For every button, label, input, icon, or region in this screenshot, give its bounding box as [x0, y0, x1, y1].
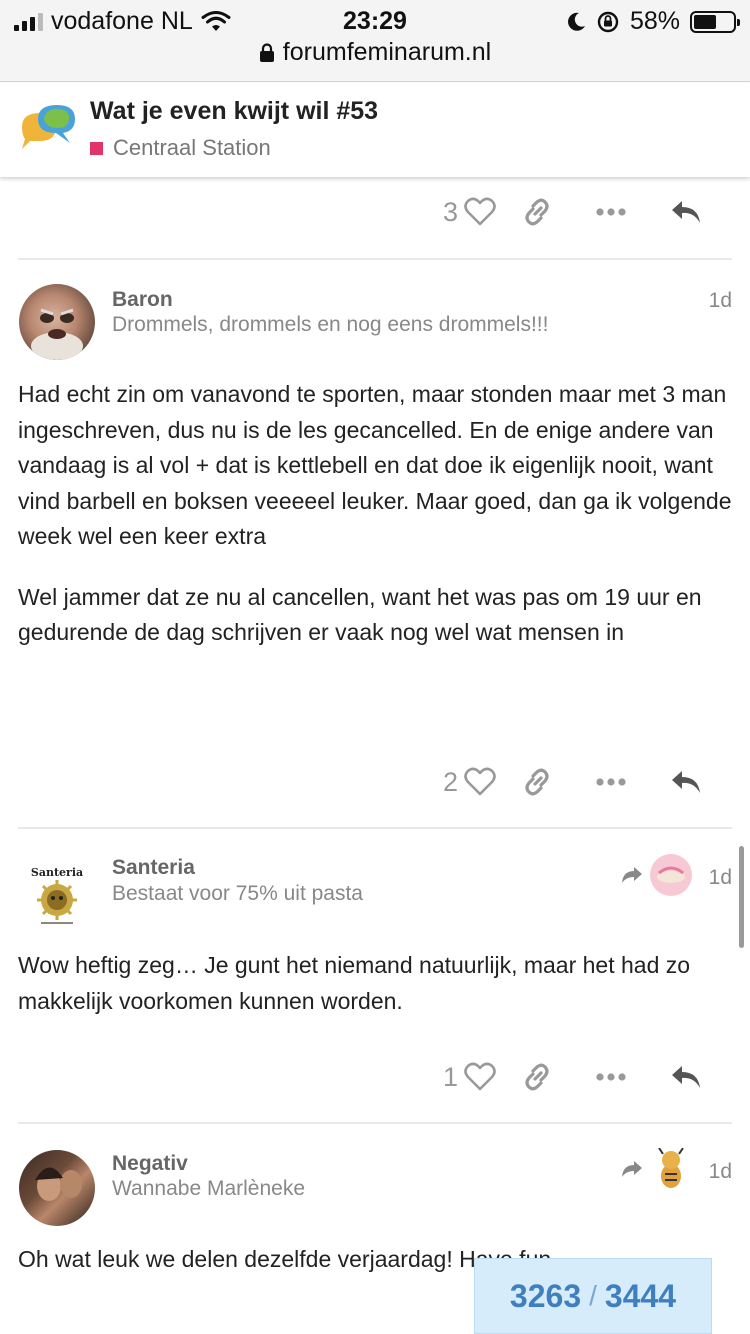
post-paragraph: Wel jammer dat ze nu al cancellen, want … [18, 583, 702, 646]
address-bar[interactable]: forumfeminarum.nl [0, 38, 750, 67]
total-post-count: 3444 [604, 1277, 677, 1314]
post-date[interactable]: 1d [709, 289, 732, 313]
heart-outline-icon[interactable] [464, 197, 496, 227]
battery-percent: 58% [629, 7, 680, 35]
status-bar: vodafone NL 23:29 58% [0, 0, 750, 40]
ellipsis-icon[interactable] [596, 207, 626, 217]
link-icon[interactable] [522, 767, 552, 797]
post-divider [18, 258, 732, 260]
like-count[interactable]: 2 [443, 767, 458, 798]
ellipsis-icon[interactable] [596, 1072, 626, 1082]
reply-to-arrow-icon [622, 867, 642, 883]
category-color-badge [90, 141, 103, 155]
username[interactable]: Santeria [112, 856, 195, 880]
rotation-lock-icon [597, 11, 619, 32]
progress-separator: / [589, 1280, 597, 1311]
battery-icon [690, 10, 740, 33]
heart-outline-icon[interactable] [464, 767, 496, 797]
timeline-progress[interactable]: 3263 / 3444 [474, 1258, 712, 1334]
reply-arrow-icon[interactable] [670, 1064, 702, 1090]
current-post-number: 3263 [509, 1277, 582, 1314]
reply-to-avatar [650, 1148, 692, 1190]
link-icon[interactable] [522, 1062, 552, 1092]
url-text: forumfeminarum.nl [282, 38, 492, 66]
user-title: Bestaat voor 75% uit pasta [112, 882, 363, 905]
avatar[interactable] [19, 1150, 95, 1226]
status-right-group: 58% [566, 7, 740, 36]
like-count[interactable]: 3 [443, 197, 458, 228]
post-body: Had echt zin om vanavond te sporten, maa… [18, 377, 734, 651]
user-title: Drommels, drommels en nog eens drommels!… [112, 313, 549, 336]
avatar-lettering: Santeria [31, 866, 83, 879]
avatar[interactable]: Santeria [19, 856, 95, 932]
forum-logo[interactable] [18, 101, 78, 157]
lock-icon [259, 42, 274, 62]
topic-category[interactable]: Centraal Station [90, 135, 271, 161]
username[interactable]: Baron [112, 288, 173, 312]
topic-title[interactable]: Wat je even kwijt wil #53 [90, 97, 378, 126]
reply-to[interactable] [620, 1148, 692, 1190]
post-paragraph: Wow heftig zeg… Je gunt het niemand natu… [18, 952, 691, 1014]
username[interactable]: Negativ [112, 1152, 188, 1176]
reply-arrow-icon[interactable] [670, 769, 702, 795]
category-label: Centraal Station [113, 135, 271, 160]
topic-header: Wat je even kwijt wil #53 Centraal Stati… [0, 83, 750, 177]
post-controls: 1 [443, 1057, 702, 1097]
avatar[interactable] [19, 284, 95, 360]
reply-to-avatar [650, 854, 692, 896]
heart-outline-icon[interactable] [464, 1062, 496, 1092]
scrollbar[interactable] [739, 846, 744, 948]
moon-icon [568, 12, 585, 31]
browser-chrome: vodafone NL 23:29 58% forumfeminarum.nl [0, 0, 750, 82]
like-count[interactable]: 1 [443, 1062, 458, 1093]
post-date[interactable]: 1d [709, 1160, 732, 1184]
reply-arrow-icon[interactable] [670, 199, 702, 225]
reply-to[interactable] [620, 854, 692, 896]
user-title: Wannabe Marlèneke [112, 1177, 305, 1200]
battery-fill [694, 14, 717, 29]
ellipsis-icon[interactable] [596, 777, 626, 787]
post-body: Wow heftig zeg… Je gunt het niemand natu… [18, 948, 734, 1019]
post-divider [18, 1122, 732, 1124]
post-divider [18, 827, 732, 829]
post-date[interactable]: 1d [709, 866, 732, 890]
post-controls: 3 [443, 192, 702, 232]
reply-to-arrow-icon [622, 1161, 642, 1177]
link-icon[interactable] [522, 197, 552, 227]
post-paragraph: Had echt zin om vanavond te sporten, maa… [18, 381, 732, 549]
post-controls: 2 [443, 762, 702, 802]
